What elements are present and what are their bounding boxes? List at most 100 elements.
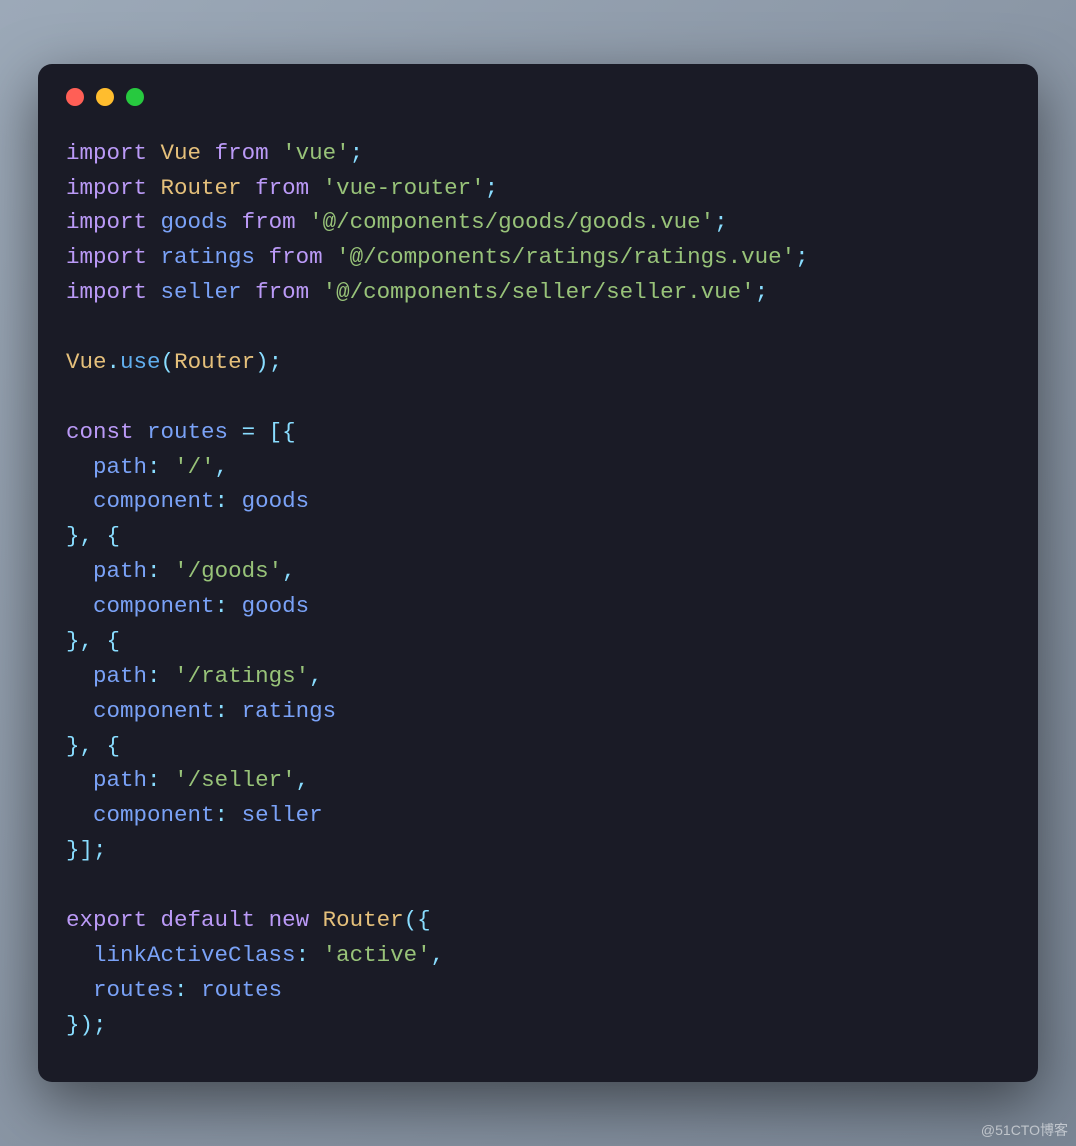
code-token bbox=[147, 209, 161, 235]
code-token: use bbox=[120, 349, 161, 375]
code-token: , bbox=[431, 942, 445, 968]
code-token: , bbox=[215, 454, 229, 480]
code-token: '/goods' bbox=[174, 558, 282, 584]
code-token: path bbox=[93, 663, 147, 689]
code-token: : bbox=[215, 593, 229, 619]
watermark-text: @51CTO博客 bbox=[981, 1120, 1068, 1140]
code-line: export default new Router({ bbox=[66, 903, 1010, 938]
code-line: import seller from '@/components/seller/… bbox=[66, 275, 1010, 310]
code-token: , bbox=[309, 663, 323, 689]
code-token: component bbox=[93, 698, 215, 724]
code-token: ; bbox=[714, 209, 728, 235]
code-token: import bbox=[66, 175, 147, 201]
code-token: : bbox=[174, 977, 188, 1003]
code-token: 'vue' bbox=[282, 140, 350, 166]
code-line: component: seller bbox=[66, 798, 1010, 833]
code-line: import goods from '@/components/goods/go… bbox=[66, 205, 1010, 240]
code-token bbox=[323, 244, 337, 270]
code-token bbox=[147, 140, 161, 166]
code-line: import ratings from '@/components/rating… bbox=[66, 240, 1010, 275]
code-token: ratings bbox=[242, 698, 337, 724]
code-line: path: '/seller', bbox=[66, 763, 1010, 798]
code-line: Vue.use(Router); bbox=[66, 345, 1010, 380]
code-token bbox=[309, 279, 323, 305]
code-token: routes bbox=[147, 419, 228, 445]
code-token: ; bbox=[755, 279, 769, 305]
code-token: 'vue-router' bbox=[323, 175, 485, 201]
close-icon[interactable] bbox=[66, 88, 84, 106]
code-token: ); bbox=[255, 349, 282, 375]
code-token: Vue bbox=[66, 349, 107, 375]
code-token: { bbox=[107, 628, 121, 654]
code-token: path bbox=[93, 767, 147, 793]
code-window: import Vue from 'vue';import Router from… bbox=[38, 64, 1038, 1083]
code-token: linkActiveClass bbox=[93, 942, 296, 968]
code-token bbox=[255, 244, 269, 270]
code-token: ; bbox=[350, 140, 364, 166]
code-line: component: ratings bbox=[66, 694, 1010, 729]
code-token bbox=[228, 488, 242, 514]
code-token: new bbox=[269, 907, 310, 933]
code-token: path bbox=[93, 454, 147, 480]
code-token bbox=[66, 698, 93, 724]
code-token: goods bbox=[242, 488, 310, 514]
code-token bbox=[269, 140, 283, 166]
code-line bbox=[66, 380, 1010, 415]
code-token: { bbox=[107, 733, 121, 759]
code-token bbox=[161, 558, 175, 584]
code-token: '@/components/ratings/ratings.vue' bbox=[336, 244, 795, 270]
code-token: '/ratings' bbox=[174, 663, 309, 689]
code-token bbox=[93, 733, 107, 759]
code-token bbox=[66, 454, 93, 480]
code-token: : bbox=[215, 488, 229, 514]
code-token: import bbox=[66, 279, 147, 305]
code-token bbox=[66, 802, 93, 828]
code-token: }, bbox=[66, 628, 93, 654]
code-token bbox=[161, 663, 175, 689]
code-line: path: '/ratings', bbox=[66, 659, 1010, 694]
code-token bbox=[201, 140, 215, 166]
code-token bbox=[66, 593, 93, 619]
code-token: from bbox=[215, 140, 269, 166]
code-token: '/seller' bbox=[174, 767, 296, 793]
code-line: routes: routes bbox=[66, 973, 1010, 1008]
code-token bbox=[309, 942, 323, 968]
code-token bbox=[255, 419, 269, 445]
code-line: component: goods bbox=[66, 589, 1010, 624]
code-line: }, { bbox=[66, 519, 1010, 554]
code-token bbox=[309, 175, 323, 201]
code-token bbox=[147, 279, 161, 305]
code-line: component: goods bbox=[66, 484, 1010, 519]
code-token: default bbox=[161, 907, 256, 933]
code-token: routes bbox=[93, 977, 174, 1003]
code-token: component bbox=[93, 593, 215, 619]
code-line: import Vue from 'vue'; bbox=[66, 136, 1010, 171]
code-token bbox=[66, 767, 93, 793]
code-token: , bbox=[282, 558, 296, 584]
code-token: ; bbox=[795, 244, 809, 270]
code-token bbox=[255, 907, 269, 933]
code-line bbox=[66, 310, 1010, 345]
code-block[interactable]: import Vue from 'vue';import Router from… bbox=[38, 116, 1038, 1053]
minimize-icon[interactable] bbox=[96, 88, 114, 106]
code-token: : bbox=[215, 802, 229, 828]
code-token bbox=[66, 942, 93, 968]
zoom-icon[interactable] bbox=[126, 88, 144, 106]
code-token: seller bbox=[242, 802, 323, 828]
code-token: ({ bbox=[404, 907, 431, 933]
code-line: linkActiveClass: 'active', bbox=[66, 938, 1010, 973]
code-token: }, bbox=[66, 523, 93, 549]
code-token: ratings bbox=[161, 244, 256, 270]
code-token bbox=[228, 419, 242, 445]
code-token: from bbox=[269, 244, 323, 270]
code-token bbox=[66, 977, 93, 1003]
code-token bbox=[242, 175, 256, 201]
code-token: : bbox=[147, 767, 161, 793]
code-token bbox=[147, 907, 161, 933]
code-token: : bbox=[296, 942, 310, 968]
code-token bbox=[228, 802, 242, 828]
code-token: seller bbox=[161, 279, 242, 305]
code-line: import Router from 'vue-router'; bbox=[66, 171, 1010, 206]
code-token: 'active' bbox=[323, 942, 431, 968]
code-token: }, bbox=[66, 733, 93, 759]
